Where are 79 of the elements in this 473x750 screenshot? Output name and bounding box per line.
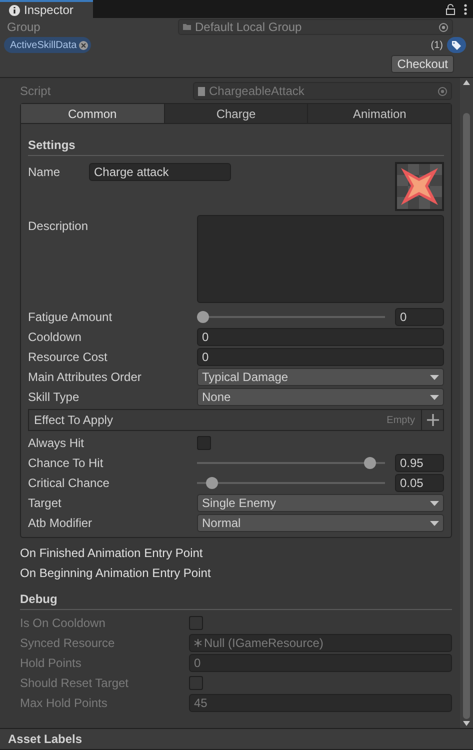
slider-thumb[interactable] <box>206 477 218 489</box>
checkbox[interactable] <box>189 616 203 630</box>
caret-icon <box>430 520 439 526</box>
scrollbar[interactable] <box>460 78 473 728</box>
event-label: On Beginning Animation Entry Point <box>20 565 212 582</box>
field-label: Chance To Hit <box>28 455 104 472</box>
slider[interactable] <box>197 477 385 489</box>
dropdown[interactable]: Typical Damage <box>197 368 444 386</box>
folder-icon <box>183 24 191 30</box>
field-label: Fatigue Amount <box>28 309 114 326</box>
list-header[interactable]: Effect To Apply Empty <box>28 409 444 431</box>
script-label: Script <box>20 83 52 100</box>
dropdown[interactable]: None <box>197 388 444 406</box>
list-count: Empty <box>386 414 416 428</box>
section-title: Settings <box>28 136 444 156</box>
field-label: Hold Points <box>20 655 82 672</box>
field-label: Synced Resource <box>20 635 116 652</box>
label-chip[interactable]: ActiveSkillData <box>4 37 91 53</box>
field-label: Description <box>28 218 90 235</box>
asset-labels-bar[interactable]: Asset Labels <box>0 728 473 750</box>
field-label: Target <box>28 495 62 512</box>
tab-title: Inspector <box>24 2 74 19</box>
scroll-up-icon[interactable] <box>463 80 470 85</box>
remove-icon[interactable] <box>78 40 88 50</box>
script-icon <box>198 86 205 96</box>
checkbox[interactable] <box>189 676 203 690</box>
checkout-button[interactable]: Checkout <box>391 55 454 73</box>
number-field[interactable]: 0.05 <box>395 474 444 492</box>
field-label: Always Hit <box>28 435 86 452</box>
more-icon[interactable] <box>464 4 467 14</box>
dropdown[interactable]: Normal <box>197 514 444 532</box>
plus-icon <box>426 414 438 426</box>
description-field[interactable] <box>197 215 444 303</box>
slider-thumb[interactable] <box>197 311 209 323</box>
target-icon <box>439 22 448 32</box>
asset-labels-title: Asset Labels <box>8 731 82 748</box>
checkbox[interactable] <box>197 436 211 450</box>
lock-icon[interactable] <box>446 4 455 14</box>
list-title: Effect To Apply <box>33 412 113 429</box>
asterisk-icon <box>194 639 202 647</box>
field-label: Resource Cost <box>28 349 108 366</box>
number-field[interactable]: 0.95 <box>395 454 444 472</box>
number-field[interactable]: 0 <box>197 328 444 346</box>
section-title: Debug <box>20 590 452 610</box>
field-label: Is On Cooldown <box>20 615 106 632</box>
field-label: Critical Chance <box>28 475 110 492</box>
tab[interactable]: Common <box>21 104 164 123</box>
caret-icon <box>430 500 439 506</box>
sprite-preview[interactable] <box>397 164 442 209</box>
number-field[interactable]: 0 <box>395 308 444 326</box>
tag-button[interactable] <box>447 37 466 53</box>
caret-icon <box>430 374 439 380</box>
slider-thumb[interactable] <box>364 457 376 469</box>
script-value: ChargeableAttack <box>209 83 304 100</box>
field-label: Cooldown <box>28 329 82 346</box>
group-label: Group <box>6 20 42 34</box>
field-label: Max Hold Points <box>20 695 108 712</box>
event-label: On Finished Animation Entry Point <box>20 545 204 562</box>
group-value: Default Local Group <box>195 20 302 34</box>
field-label: Skill Type <box>28 389 80 406</box>
scroll-thumb[interactable] <box>463 113 470 719</box>
number-field[interactable]: 0 <box>197 348 444 366</box>
caret-icon <box>430 394 439 400</box>
field-label: Name <box>28 164 62 181</box>
name-field[interactable]: Charge attack <box>89 163 231 181</box>
inspector-tab[interactable]: Inspector <box>0 0 93 18</box>
target-icon <box>438 86 447 96</box>
tag-icon <box>452 40 461 50</box>
field-label: Atb Modifier <box>28 515 94 532</box>
label-count: (1) <box>430 38 443 52</box>
field-label: Main Attributes Order <box>28 369 142 386</box>
field-label: Should Reset Target <box>20 675 130 692</box>
tab[interactable]: Charge <box>164 104 308 123</box>
tab[interactable]: Animation <box>307 104 452 123</box>
slider[interactable] <box>197 311 385 323</box>
dropdown[interactable]: Single Enemy <box>197 494 444 512</box>
slider[interactable] <box>197 457 385 469</box>
scroll-down-icon[interactable] <box>463 721 470 726</box>
info-icon <box>9 4 20 16</box>
